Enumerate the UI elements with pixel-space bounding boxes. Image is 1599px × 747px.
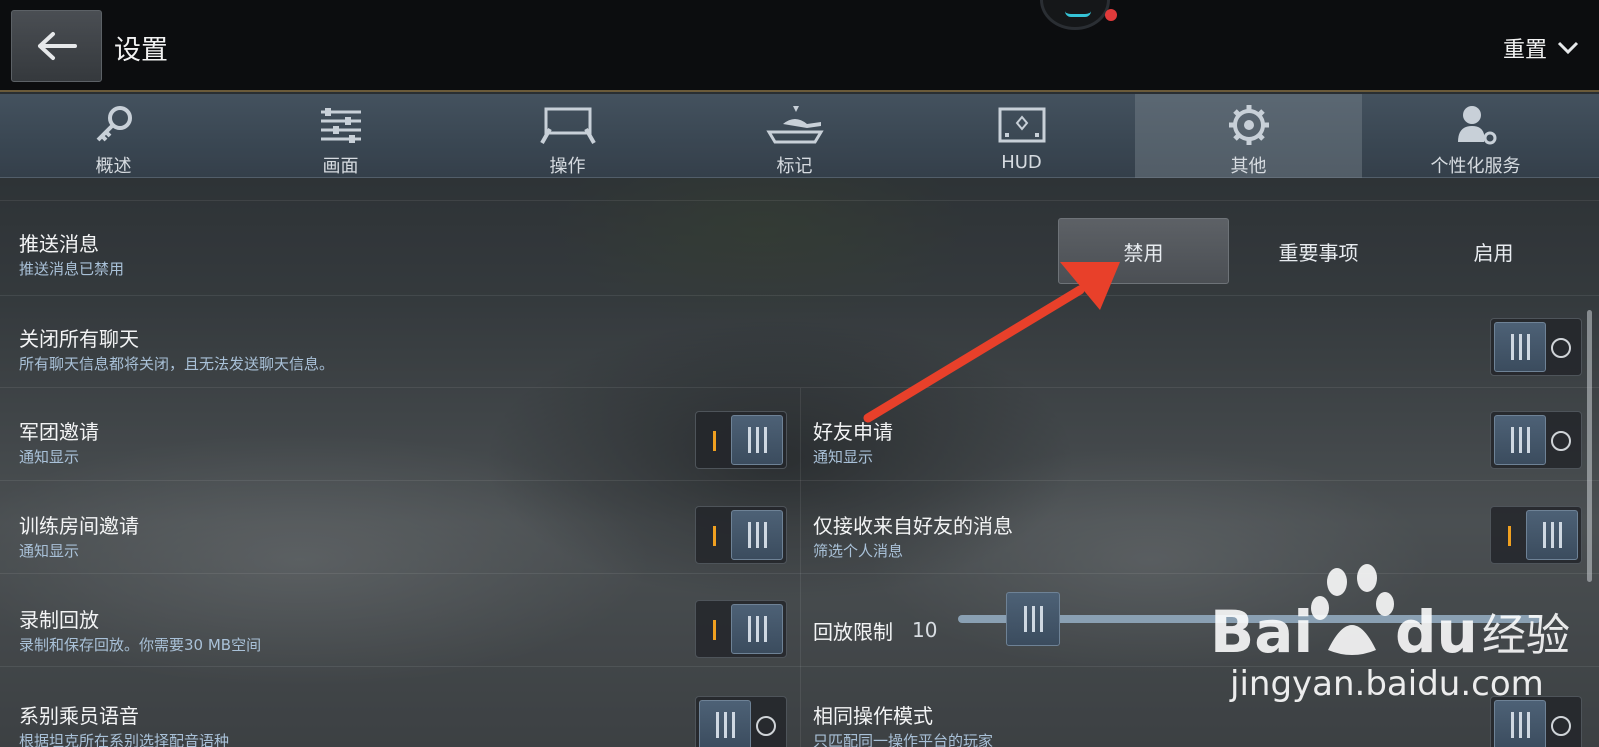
- friends-only-title: 仅接收来自好友的消息: [813, 514, 1013, 538]
- row-divider: [0, 295, 1599, 296]
- tab-other[interactable]: 其他: [1135, 94, 1362, 178]
- close-chat-title: 关闭所有聊天: [19, 327, 139, 351]
- page-title: 设置: [114, 35, 168, 66]
- tab-label: 操作: [549, 156, 586, 177]
- tab-label: 个性化服务: [1430, 156, 1521, 177]
- close-chat-toggle[interactable]: [1490, 318, 1582, 376]
- hud-icon: [992, 104, 1052, 146]
- tab-personalization[interactable]: 个性化服务: [1362, 94, 1589, 178]
- push-option-enabled[interactable]: 启用: [1408, 218, 1579, 284]
- status-indicator: [1040, 0, 1117, 30]
- record-replay-subtitle: 录制和保存回放。你需要30 MB空间: [19, 636, 262, 654]
- back-button[interactable]: [11, 10, 102, 82]
- same-platform-subtitle: 只匹配同一操作平台的玩家: [813, 732, 994, 747]
- clan-invite-subtitle: 通知显示: [19, 448, 80, 466]
- tab-label: 其他: [1230, 156, 1267, 177]
- controls-icon: [538, 104, 598, 146]
- friends-only-subtitle: 筛选个人消息: [813, 542, 904, 560]
- close-chat-subtitle: 所有聊天信息都将关闭，且无法发送聊天信息。: [19, 355, 335, 373]
- tab-graphics[interactable]: 画面: [227, 94, 454, 178]
- watermark-url: jingyan.baidu.com: [1230, 664, 1544, 704]
- scrollbar[interactable]: [1587, 310, 1592, 582]
- clan-invite-toggle[interactable]: [695, 411, 787, 469]
- push-title: 推送消息: [19, 232, 99, 256]
- settings-tabs: 概述 画面 操作 标记 HUD 其他 个性化服务: [0, 94, 1599, 178]
- training-invite-toggle[interactable]: [695, 506, 787, 564]
- chevron-down-icon: [1557, 41, 1579, 55]
- sliders-icon: [311, 104, 371, 146]
- column-divider: [800, 388, 801, 747]
- tab-markers[interactable]: 标记: [681, 94, 908, 178]
- same-platform-title: 相同操作模式: [813, 704, 933, 728]
- user-gear-icon: [1446, 104, 1506, 146]
- replay-limit-slider-handle[interactable]: [1006, 592, 1060, 646]
- friends-only-toggle[interactable]: [1490, 506, 1582, 564]
- gear-icon: [1219, 104, 1279, 146]
- tab-controls[interactable]: 操作: [454, 94, 681, 178]
- svg-text:Bai: Bai: [1210, 598, 1313, 666]
- row-divider: [0, 200, 1599, 201]
- tank-marker-icon: [765, 104, 825, 146]
- record-replay-toggle[interactable]: [695, 600, 787, 658]
- tab-label: HUD: [1001, 152, 1042, 173]
- push-option-important[interactable]: 重要事项: [1233, 218, 1404, 284]
- crew-voice-toggle[interactable]: [695, 696, 787, 747]
- replay-limit-value: 10: [912, 618, 938, 642]
- clan-invite-title: 军团邀请: [19, 420, 99, 444]
- svg-text:经验: 经验: [1482, 610, 1570, 661]
- svg-text:du: du: [1395, 598, 1478, 666]
- crew-voice-subtitle: 根据坦克所在系别选择配音语种: [19, 732, 230, 747]
- arrow-left-icon: [37, 32, 77, 60]
- record-replay-title: 录制回放: [19, 608, 99, 632]
- tab-label: 画面: [322, 156, 359, 177]
- tab-label: 概述: [95, 156, 132, 177]
- tab-label: 标记: [776, 156, 813, 177]
- friend-request-subtitle: 通知显示: [813, 448, 874, 466]
- friend-request-toggle[interactable]: [1490, 411, 1582, 469]
- reset-label: 重置: [1502, 38, 1547, 63]
- friend-request-title: 好友申请: [813, 420, 893, 444]
- training-invite-subtitle: 通知显示: [19, 542, 80, 560]
- training-invite-title: 训练房间邀请: [19, 514, 139, 538]
- tab-overview[interactable]: 概述: [0, 94, 227, 178]
- push-option-disabled[interactable]: 禁用: [1058, 218, 1229, 284]
- key-icon: [84, 104, 144, 146]
- replay-limit-title: 回放限制: [813, 620, 893, 644]
- crew-voice-title: 系别乘员语音: [19, 704, 139, 728]
- tab-hud[interactable]: HUD: [908, 94, 1135, 178]
- reset-button[interactable]: 重置: [1503, 32, 1579, 64]
- top-bar: 设置 重置: [0, 0, 1599, 92]
- push-subtitle: 推送消息已禁用: [19, 260, 125, 278]
